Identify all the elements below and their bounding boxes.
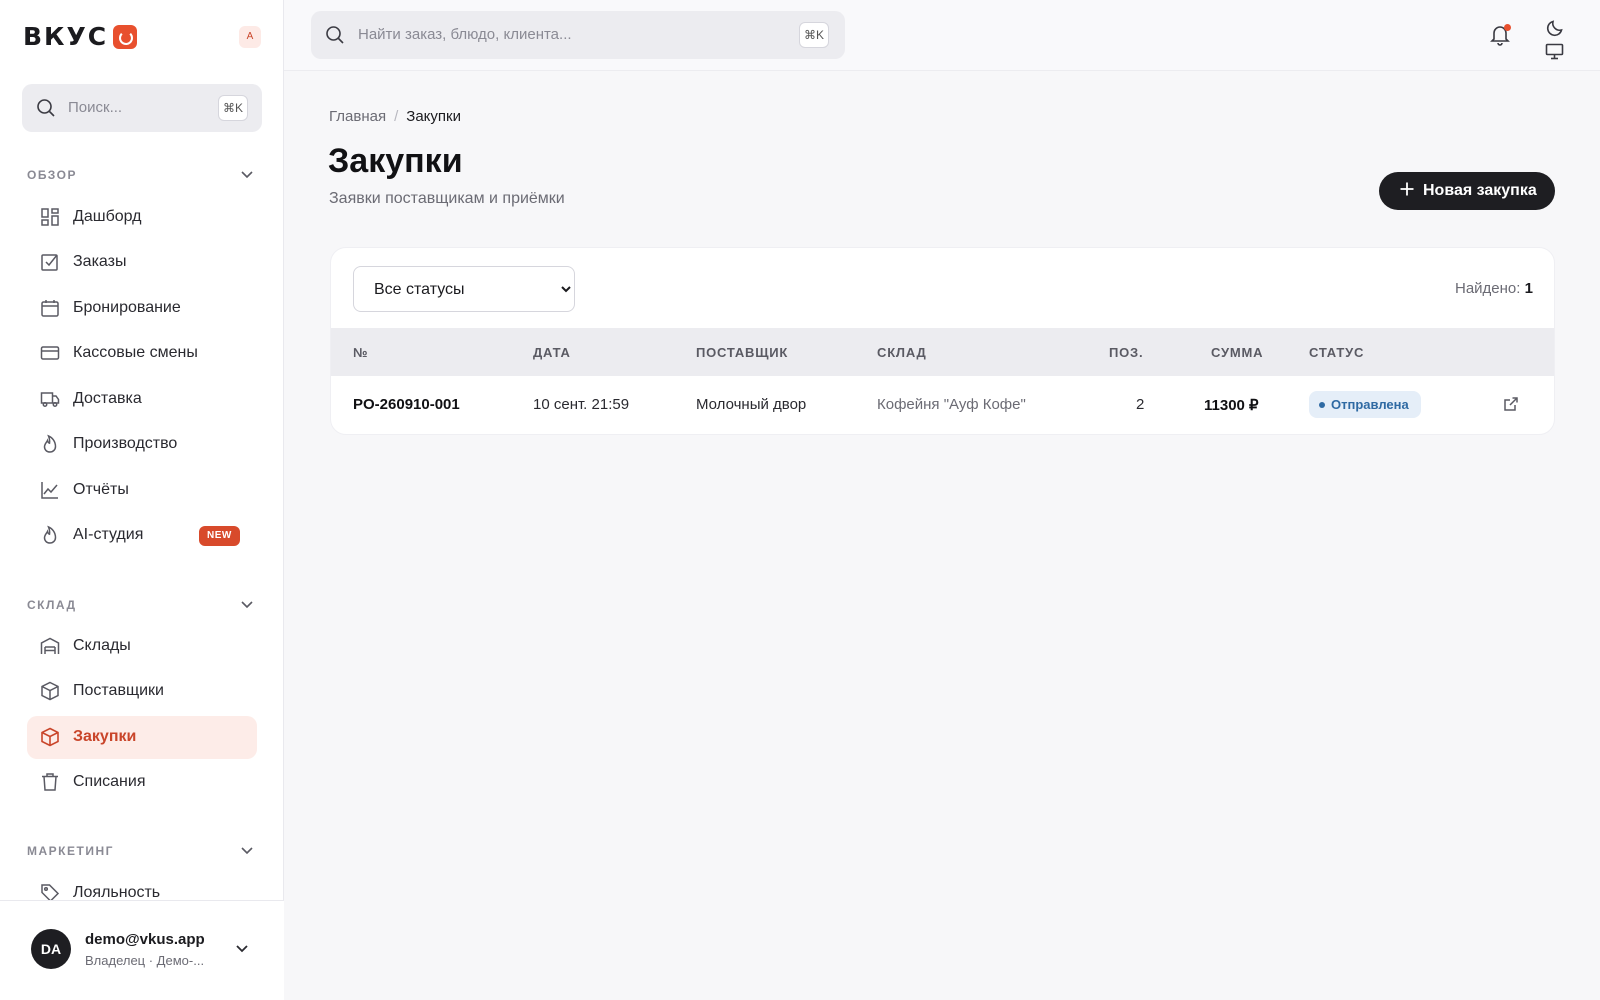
topbar: Найти заказ, блюдо, клиента... ⌘K: [284, 0, 1600, 71]
brand-row: ВКУС A: [23, 22, 263, 52]
breadcrumb-home[interactable]: Главная: [329, 108, 386, 125]
user-email: demo@vkus.app: [85, 931, 205, 948]
purchases-card: Все статусы Найдено: 1 № ДАТА ПОСТАВЩИК …: [330, 247, 1555, 435]
column-header-warehouse[interactable]: СКЛАД: [877, 345, 927, 360]
card-icon: [40, 346, 60, 360]
column-header-positions[interactable]: ПОЗ.: [1109, 345, 1143, 360]
brand-mark-icon: [113, 25, 137, 49]
status-badge: Отправлена: [1309, 391, 1421, 418]
sidebar-item-label: Списания: [73, 773, 146, 790]
avatar: DA: [31, 929, 71, 969]
dashboard-icon: [41, 208, 59, 226]
flame-icon: [43, 525, 57, 544]
po-sum: 11300 ₽: [1204, 397, 1259, 414]
breadcrumb-separator: /: [394, 108, 399, 125]
monitor-icon[interactable]: [1545, 43, 1564, 60]
sidebar-item-label: Кассовые смены: [73, 344, 198, 361]
sidebar-item-label: Склады: [73, 637, 131, 654]
column-header-supplier[interactable]: ПОСТАВЩИК: [696, 345, 788, 360]
trash-icon: [42, 773, 58, 791]
po-positions: 2: [1136, 396, 1145, 413]
table-header: № ДАТА ПОСТАВЩИК СКЛАД ПОЗ. СУММА СТАТУС: [331, 328, 1554, 376]
new-purchase-label: Новая закупка: [1423, 182, 1537, 199]
sidebar-item-cash-shifts[interactable]: Кассовые смены: [27, 332, 257, 375]
sidebar-item-label: Дашборд: [73, 208, 142, 225]
column-header-date[interactable]: ДАТА: [533, 345, 571, 360]
group-title-marketing[interactable]: МАРКЕТИНГ: [27, 844, 114, 858]
new-badge: NEW: [199, 526, 240, 546]
po-supplier: Молочный двор: [696, 396, 807, 413]
sidebar: ВКУС A Поиск... ⌘K ОБЗОР Дашборд Заказы …: [0, 0, 284, 1000]
search-icon: [37, 99, 55, 117]
shortcut-hint: ⌘K: [218, 95, 248, 121]
sidebar-item-label: Поставщики: [73, 682, 164, 699]
found-label: Найдено:: [1455, 280, 1521, 297]
sidebar-item-suppliers[interactable]: Поставщики: [27, 670, 257, 713]
chevron-down-icon[interactable]: [234, 941, 250, 957]
truck-icon: [40, 392, 60, 407]
sidebar-search-placeholder: Поиск...: [68, 99, 123, 116]
column-header-number[interactable]: №: [353, 345, 368, 360]
box-icon: [41, 727, 59, 747]
calendar-icon: [41, 300, 59, 317]
found-number: 1: [1524, 280, 1533, 297]
checkbox-icon: [41, 254, 58, 271]
box-icon: [41, 681, 59, 701]
sidebar-item-ai-studio[interactable]: AI-студия NEW: [27, 514, 257, 557]
notification-dot: [1504, 24, 1511, 31]
sidebar-item-label: Заказы: [73, 253, 127, 270]
chevron-down-icon[interactable]: [240, 598, 254, 612]
sidebar-item-label: Производство: [73, 435, 178, 452]
po-number[interactable]: PO-260910-001: [353, 396, 460, 413]
brand-logo[interactable]: ВКУС: [23, 22, 108, 52]
group-title-warehouse[interactable]: СКЛАД: [27, 598, 77, 612]
warehouse-icon: [40, 637, 60, 654]
plus-icon: [1400, 182, 1414, 196]
user-panel[interactable]: DA demo@vkus.app Владелец · Демо-...: [0, 900, 284, 1000]
po-warehouse: Кофейня "Ауф Кофе": [877, 396, 1026, 413]
external-link-icon[interactable]: [1503, 396, 1519, 412]
page-title: Закупки: [328, 142, 463, 180]
shortcut-hint: ⌘K: [799, 22, 829, 48]
sidebar-item-write-offs[interactable]: Списания: [27, 761, 257, 804]
sidebar-search[interactable]: Поиск... ⌘K: [22, 84, 262, 132]
sidebar-item-warehouses[interactable]: Склады: [27, 625, 257, 668]
user-role: Владелец · Демо-...: [85, 953, 205, 968]
sidebar-item-delivery[interactable]: Доставка: [27, 378, 257, 421]
chart-icon: [41, 482, 58, 499]
sidebar-item-label: AI-студия: [73, 526, 144, 543]
chevron-down-icon[interactable]: [240, 168, 254, 182]
sidebar-item-label: Закупки: [73, 728, 137, 745]
sidebar-item-label: Отчёты: [73, 481, 129, 498]
sidebar-item-reports[interactable]: Отчёты: [27, 469, 257, 512]
column-header-status[interactable]: СТАТУС: [1309, 345, 1364, 360]
column-header-sum[interactable]: СУММА: [1211, 345, 1263, 360]
chevron-down-icon[interactable]: [240, 844, 254, 858]
sidebar-item-label: Доставка: [73, 390, 142, 407]
search-icon: [326, 26, 344, 44]
group-title-overview[interactable]: ОБЗОР: [27, 168, 77, 182]
sidebar-item-dashboard[interactable]: Дашборд: [27, 196, 257, 239]
flame-icon: [43, 434, 57, 453]
sidebar-item-purchases[interactable]: Закупки: [27, 716, 257, 759]
sidebar-item-production[interactable]: Производство: [27, 423, 257, 466]
new-purchase-button[interactable]: Новая закупка: [1379, 172, 1555, 210]
table-row[interactable]: PO-260910-001 10 сент. 21:59 Молочный дв…: [331, 376, 1554, 434]
found-count: Найдено: 1: [1455, 280, 1533, 297]
lang-badge[interactable]: A: [239, 26, 261, 48]
moon-icon[interactable]: [1546, 19, 1564, 37]
breadcrumb-current: Закупки: [406, 108, 461, 125]
sidebar-item-label: Бронирование: [73, 299, 181, 316]
page-subtitle: Заявки поставщикам и приёмки: [329, 190, 565, 207]
sidebar-item-booking[interactable]: Бронирование: [27, 287, 257, 330]
breadcrumb: Главная / Закупки: [329, 108, 461, 125]
status-filter[interactable]: Все статусы: [353, 266, 575, 312]
sidebar-item-orders[interactable]: Заказы: [27, 241, 257, 284]
global-search-placeholder: Найти заказ, блюдо, клиента...: [358, 26, 572, 43]
global-search[interactable]: Найти заказ, блюдо, клиента... ⌘K: [311, 11, 845, 59]
po-date: 10 сент. 21:59: [533, 396, 630, 413]
